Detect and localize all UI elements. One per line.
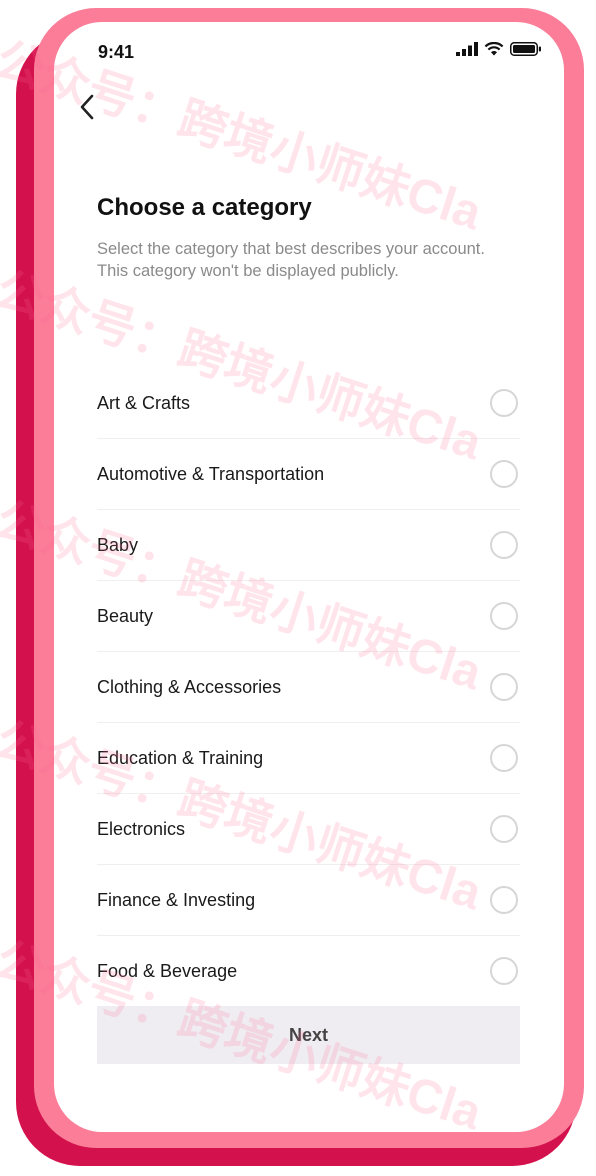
- category-row-finance[interactable]: Finance & Investing: [97, 865, 520, 936]
- category-row-baby[interactable]: Baby: [97, 510, 520, 581]
- category-row-beauty[interactable]: Beauty: [97, 581, 520, 652]
- category-label: Education & Training: [97, 747, 264, 768]
- radio-button[interactable]: [490, 744, 518, 772]
- radio-button[interactable]: [490, 460, 518, 488]
- battery-icon: [510, 42, 541, 56]
- category-label: Clothing & Accessories: [97, 676, 282, 697]
- status-time: 9:41: [98, 42, 135, 62]
- radio-button[interactable]: [490, 815, 518, 843]
- category-label: Electronics: [97, 818, 186, 839]
- category-row-food[interactable]: Food & Beverage: [97, 936, 520, 1006]
- category-row-art-crafts[interactable]: Art & Crafts: [97, 368, 520, 439]
- next-button[interactable]: Next: [97, 1006, 520, 1064]
- radio-button[interactable]: [490, 886, 518, 914]
- radio-button[interactable]: [490, 602, 518, 630]
- category-row-electronics[interactable]: Electronics: [97, 794, 520, 865]
- category-label: Food & Beverage: [97, 960, 238, 981]
- page-title: Choose a category: [97, 194, 312, 221]
- category-row-education[interactable]: Education & Training: [97, 723, 520, 794]
- radio-button[interactable]: [490, 957, 518, 985]
- category-row-clothing[interactable]: Clothing & Accessories: [97, 652, 520, 723]
- category-label: Automotive & Transportation: [97, 463, 325, 484]
- category-list: Art & Crafts Automotive & Transportation…: [97, 368, 520, 1006]
- wifi-icon: [484, 42, 504, 56]
- category-label: Finance & Investing: [97, 889, 256, 910]
- page-subtitle: Select the category that best describes …: [97, 240, 485, 280]
- status-icons: [456, 42, 542, 56]
- radio-button[interactable]: [490, 389, 518, 417]
- category-label: Beauty: [97, 605, 154, 626]
- signal-icon: [456, 42, 478, 56]
- chevron-left-icon: [80, 94, 94, 120]
- radio-button[interactable]: [490, 673, 518, 701]
- category-label: Baby: [97, 534, 139, 555]
- category-row-automotive[interactable]: Automotive & Transportation: [97, 439, 520, 510]
- back-button[interactable]: [74, 90, 104, 124]
- category-label: Art & Crafts: [97, 392, 191, 413]
- phone-screen: 9:41 Choose a category Select the catego…: [54, 22, 564, 1132]
- radio-button[interactable]: [490, 531, 518, 559]
